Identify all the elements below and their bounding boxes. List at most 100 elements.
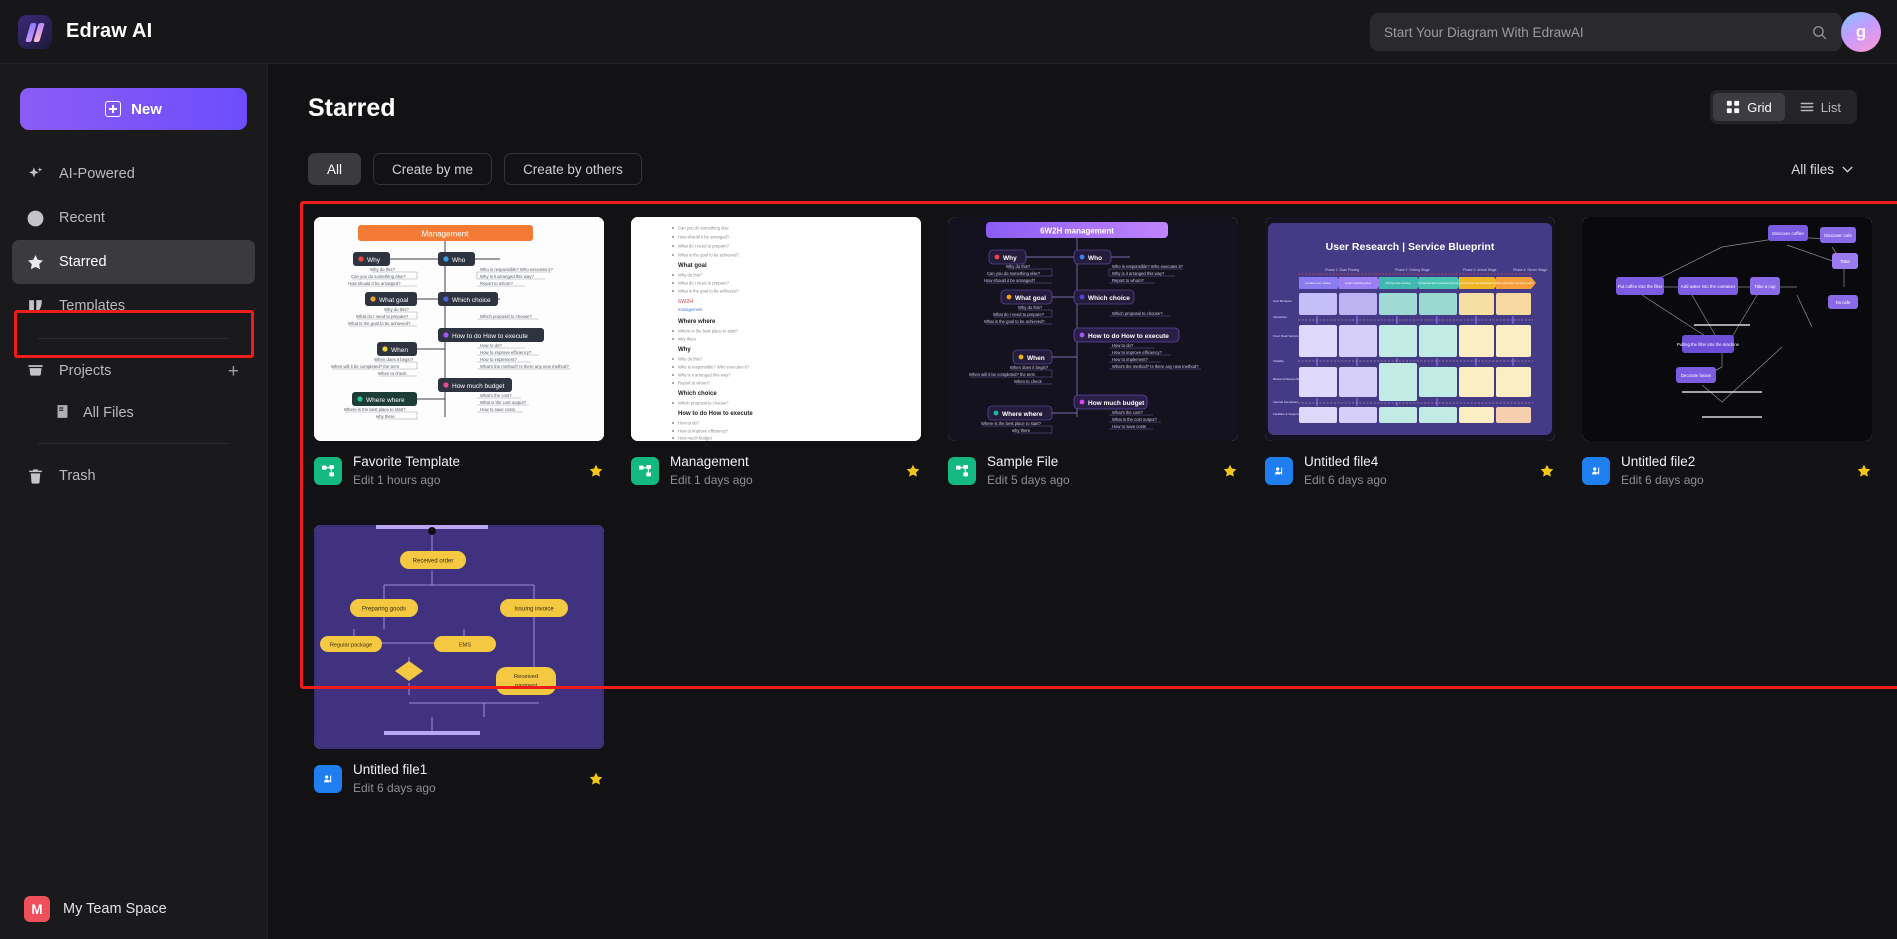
file-card-meta: Favorite Template Edit 1 hours ago (314, 454, 604, 487)
star-icon[interactable] (588, 463, 604, 479)
file-thumbnail[interactable]: Can you do something else How should it … (631, 217, 921, 441)
file-thumbnail[interactable]: Discover coffee Discover cafe Take Put c… (1582, 217, 1872, 441)
svg-text:Interaction: Interaction (1273, 315, 1287, 319)
sidebar-item-recent[interactable]: Recent (12, 196, 255, 240)
star-icon[interactable] (905, 463, 921, 479)
diagram-file-icon (631, 456, 659, 485)
svg-text:Why do this?: Why do this? (678, 357, 703, 362)
sidebar-item-all-files[interactable]: All Files (12, 393, 255, 433)
view-toggle-list-label: List (1820, 99, 1841, 115)
new-button[interactable]: New (20, 88, 247, 130)
svg-text:What do I need to prepare?: What do I need to prepare? (356, 314, 409, 319)
plus-icon[interactable]: + (228, 362, 241, 381)
sidebar-divider-1 (38, 338, 229, 339)
view-toggle-grid[interactable]: Grid (1713, 93, 1785, 121)
file-thumbnail[interactable]: Management Why Who What goal Which choic… (314, 217, 604, 441)
avatar-initial: g (1855, 22, 1867, 41)
svg-text:What's the method? Is there an: What's the method? Is there any new meth… (480, 364, 569, 369)
star-icon[interactable] (1222, 463, 1238, 479)
file-name: Untitled file1 (353, 762, 428, 777)
file-grid: Management Why Who What goal Which choic… (300, 207, 1872, 795)
svg-text:Which choice: Which choice (1088, 295, 1130, 302)
file-card[interactable]: 6W2H management Why Who What goal Which … (948, 217, 1238, 487)
file-thumbnail[interactable]: 6W2H management Why Who What goal Which … (948, 217, 1238, 441)
file-card-meta: Sample File Edit 5 days ago (948, 454, 1238, 487)
file-timestamp: Edit 1 hours ago (353, 473, 441, 487)
grid-icon (1727, 100, 1740, 114)
svg-text:When to check: When to check (1014, 379, 1043, 384)
svg-text:Regular package: Regular package (330, 643, 372, 649)
svg-text:Internal Interaction: Internal Interaction (1273, 400, 1298, 404)
svg-text:Discover cafe: Discover cafe (1824, 233, 1852, 238)
star-icon[interactable] (1856, 463, 1872, 479)
svg-text:What's the method? Is there an: What's the method? Is there any new meth… (1112, 364, 1199, 369)
filter-chip-create-by-me[interactable]: Create by me (373, 153, 493, 185)
svg-text:Why: Why (367, 257, 381, 264)
svg-text:How to do?: How to do? (1112, 343, 1134, 348)
file-card[interactable]: Can you do something else How should it … (631, 217, 921, 487)
file-thumbnail[interactable]: User Research | Service Blueprint Phase … (1265, 217, 1555, 441)
new-button-label: New (131, 100, 162, 118)
view-toggle-grid-label: Grid (1747, 99, 1772, 115)
sidebar-item-starred[interactable]: Starred (12, 240, 255, 284)
brand[interactable]: Edraw AI (18, 14, 152, 49)
svg-text:Why do this?: Why do this? (1006, 264, 1031, 269)
file-name: Untitled file4 (1304, 454, 1379, 469)
svg-text:Discover coffee: Discover coffee (1772, 231, 1804, 236)
svg-text:How to improve efficiency?: How to improve efficiency? (1112, 350, 1163, 355)
file-card[interactable]: Management Why Who What goal Which choic… (314, 217, 604, 487)
sidebar-section-projects[interactable]: Projects + (12, 349, 255, 393)
svg-text:Where is the best place to sta: Where is the best place to start? (678, 329, 739, 334)
list-icon (1800, 102, 1814, 112)
svg-text:6W2H: 6W2H (678, 299, 693, 305)
team-space[interactable]: M My Team Space (0, 879, 267, 939)
view-toggle-list[interactable]: List (1787, 93, 1854, 121)
svg-text:Which choice: Which choice (452, 297, 491, 304)
all-files-dropdown[interactable]: All files (1791, 162, 1857, 177)
whiteboard-file-icon (1582, 456, 1610, 485)
file-thumbnail[interactable]: Received order Preparing goods Issuing i… (314, 525, 604, 749)
sidebar-item-label: Templates (59, 298, 126, 314)
file-name: Sample File (987, 454, 1059, 469)
svg-text:When to check: When to check (378, 371, 407, 376)
filter-chip-all[interactable]: All (308, 153, 362, 185)
sidebar-item-templates[interactable]: Templates (12, 284, 255, 328)
svg-text:Phase 4: Server Stage: Phase 4: Server Stage (1513, 268, 1547, 272)
svg-text:Received order: Received order (413, 559, 454, 565)
file-card[interactable]: Received order Preparing goods Issuing i… (314, 525, 604, 795)
svg-text:Unmanned and customer purpose: Unmanned and customer purpose (1418, 281, 1459, 285)
filter-toolbar: All Create by me Create by others All fi… (308, 153, 1857, 185)
svg-text:What do I need to prepare?: What do I need to prepare? (678, 281, 730, 286)
all-files-dropdown-label: All files (1791, 161, 1834, 177)
team-space-label: My Team Space (63, 901, 167, 917)
svg-text:Who is responsible? Who execut: Who is responsible? Who executes it? (678, 365, 750, 370)
svg-text:system planning done: system planning done (1345, 281, 1372, 285)
search-box[interactable] (1370, 13, 1842, 51)
svg-text:How should it be arranged?: How should it be arranged? (348, 281, 401, 286)
sidebar-item-ai-powered[interactable]: AI-Powered (12, 152, 255, 196)
star-icon[interactable] (1539, 463, 1555, 479)
search-icon[interactable] (1811, 24, 1828, 41)
sidebar-item-trash[interactable]: Trash (12, 454, 255, 498)
svg-text:Why do this?: Why do this? (384, 307, 409, 312)
file-card[interactable]: User Research | Service Blueprint Phase … (1265, 217, 1555, 487)
svg-text:How to implement?: How to implement? (480, 357, 517, 362)
search-input[interactable] (1384, 24, 1811, 40)
filter-chip-label: Create by me (392, 161, 474, 177)
svg-text:Why do this?: Why do this? (678, 273, 703, 278)
file-card[interactable]: Discover coffee Discover cafe Take Put c… (1582, 217, 1872, 487)
chevron-down-icon (1842, 166, 1853, 173)
plus-icon (105, 101, 122, 117)
svg-text:Driving route slowing: Driving route slowing (1386, 281, 1411, 285)
diagram-file-icon (314, 456, 342, 485)
svg-text:What goal: What goal (379, 297, 409, 304)
svg-text:What's the cost?: What's the cost? (480, 393, 512, 398)
svg-text:How to improve efficiency?: How to improve efficiency? (678, 429, 729, 434)
user-avatar[interactable]: g (1841, 12, 1881, 52)
star-icon[interactable] (588, 771, 604, 787)
svg-text:Which proposal to choose?: Which proposal to choose? (678, 401, 729, 406)
sidebar-item-label: Starred (59, 254, 107, 270)
thumbnail-service-blueprint: User Research | Service Blueprint Phase … (1265, 217, 1555, 441)
filter-chip-create-by-others[interactable]: Create by others (504, 153, 642, 185)
svg-text:Where is the best place to sta: Where is the best place to start? (981, 421, 1042, 426)
